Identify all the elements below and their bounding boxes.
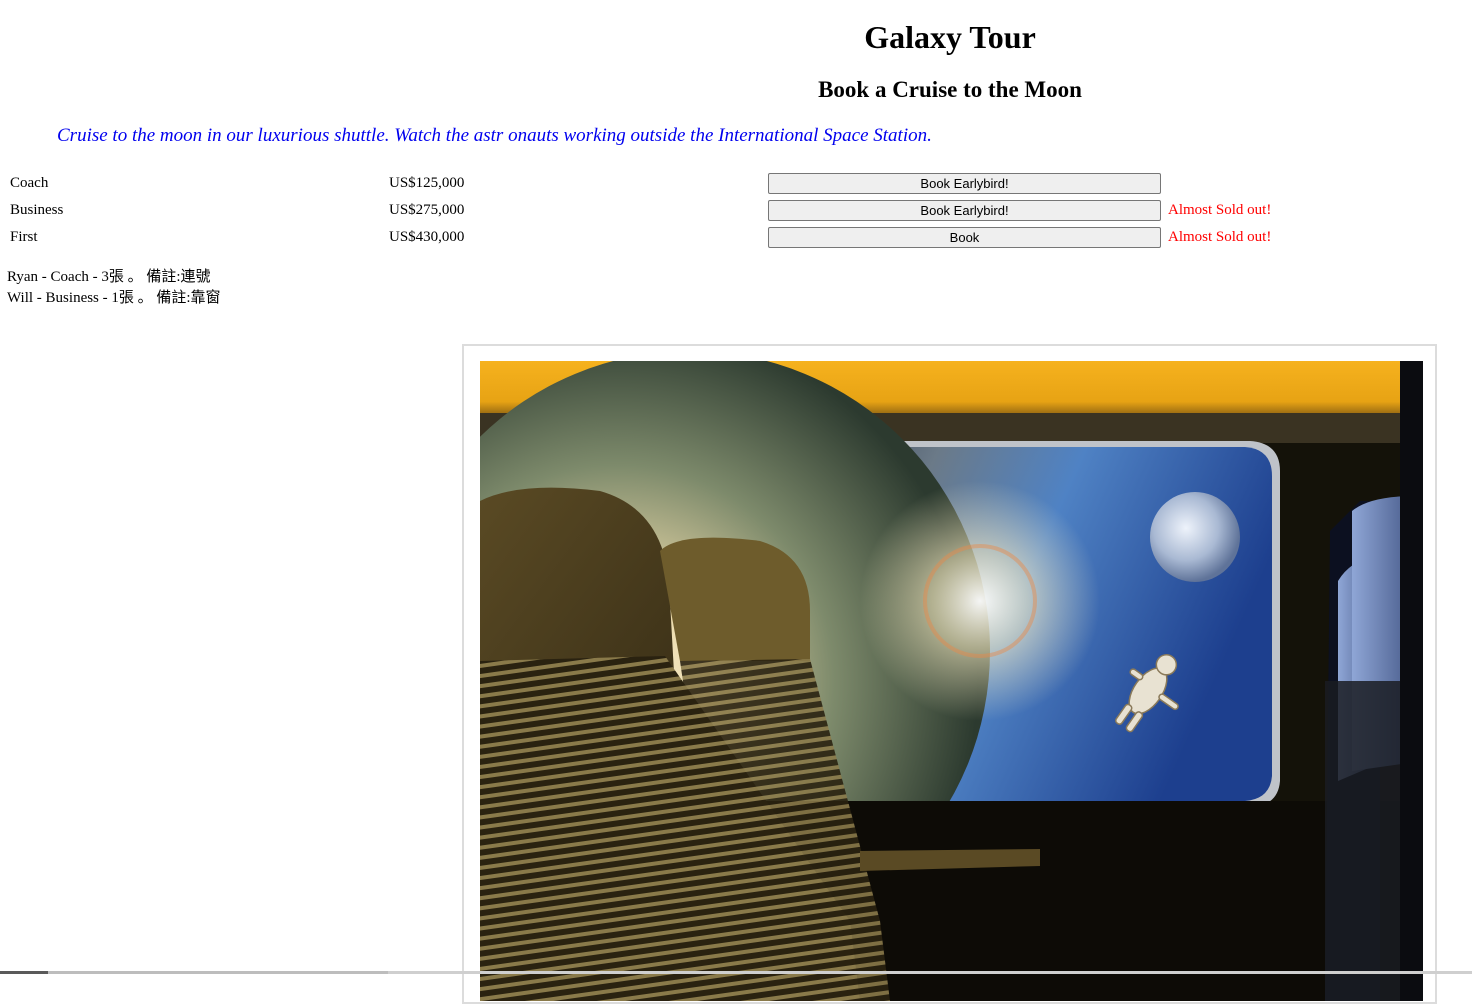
fare-price: US$275,000 bbox=[389, 202, 465, 218]
shuttle-cabin-window-space-image bbox=[480, 361, 1423, 1001]
page-subtitle: Book a Cruise to the Moon bbox=[818, 77, 1082, 102]
page-title: Galaxy Tour bbox=[864, 19, 1036, 55]
fare-price: US$430,000 bbox=[389, 229, 465, 245]
fare-class: First bbox=[10, 229, 38, 245]
fare-class: Coach bbox=[10, 175, 49, 191]
book-business-button[interactable]: Book Earlybird! bbox=[768, 200, 1161, 221]
order-list: Ryan - Coach - 3張 。 備註:連號 Will - Busines… bbox=[7, 267, 221, 309]
fare-row-business: Business US$275,000 Book Earlybird! Almo… bbox=[8, 198, 1273, 223]
hero-image-frame bbox=[462, 344, 1437, 1004]
order-item: Will - Business - 1張 。 備註:靠窗 bbox=[7, 290, 221, 306]
fare-price: US$125,000 bbox=[389, 175, 465, 191]
availability-note: Almost Sold out! bbox=[1168, 229, 1272, 245]
order-item: Ryan - Coach - 3張 。 備註:連號 bbox=[7, 269, 211, 285]
tagline: Cruise to the moon in our luxurious shut… bbox=[57, 125, 932, 146]
fare-row-first: First US$430,000 Book Almost Sold out! bbox=[8, 225, 1273, 250]
fare-table: Coach US$125,000 Book Earlybird! Busines… bbox=[6, 169, 1275, 252]
book-first-button[interactable]: Book bbox=[768, 227, 1161, 248]
availability-note: Almost Sold out! bbox=[1168, 202, 1272, 218]
book-coach-button[interactable]: Book Earlybird! bbox=[768, 173, 1161, 194]
fare-class: Business bbox=[10, 202, 64, 218]
fare-row-coach: Coach US$125,000 Book Earlybird! bbox=[8, 171, 1273, 196]
availability-note bbox=[1166, 171, 1273, 196]
